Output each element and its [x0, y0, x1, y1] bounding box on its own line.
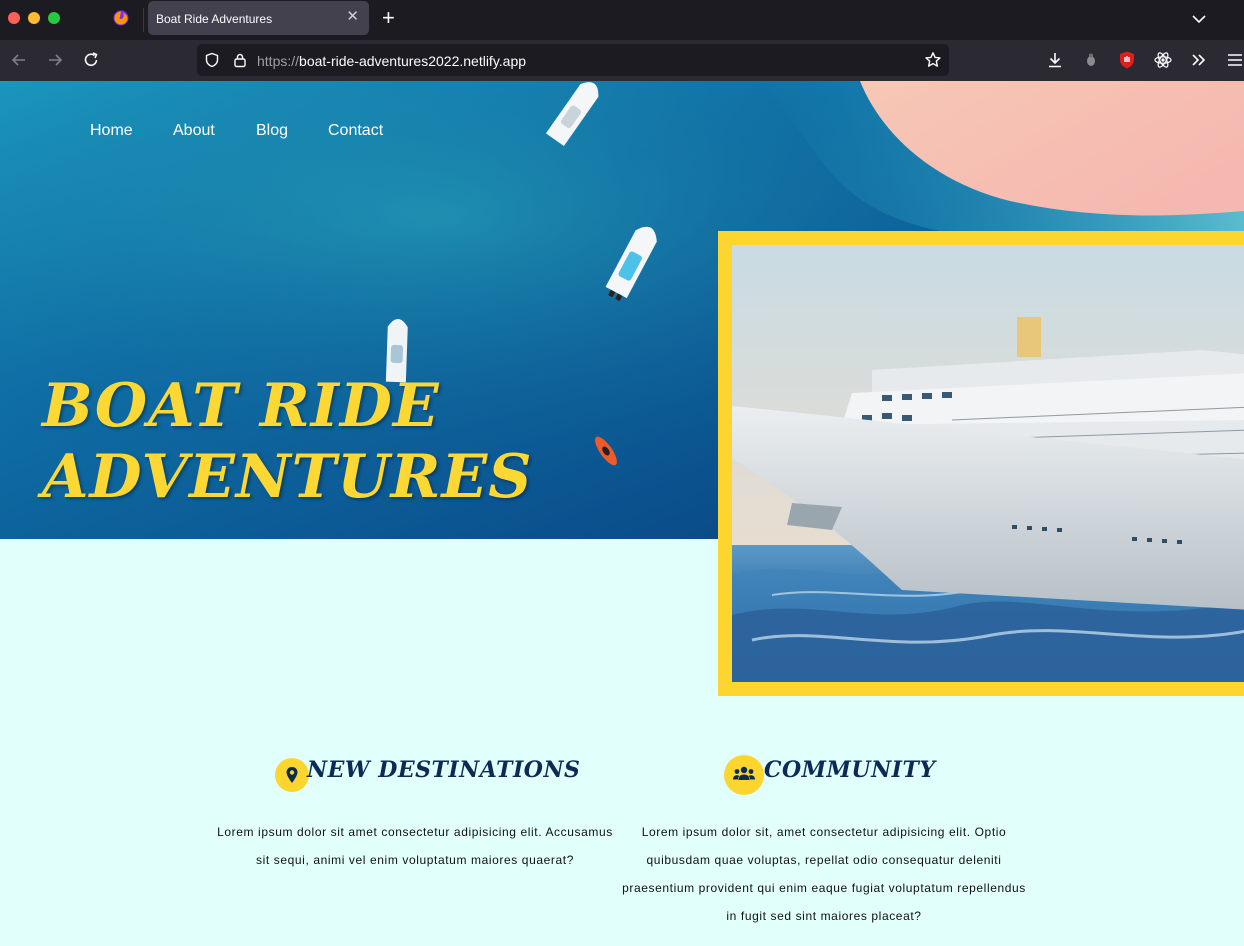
nav-link-home[interactable]: Home	[90, 122, 133, 140]
browser-toolbar: https://boat-ride-adventures2022.netlify…	[0, 40, 1244, 82]
tab-separator	[143, 8, 144, 32]
webpage: Home About Blog Contact BOAT RIDE ADVENT…	[0, 81, 1244, 946]
url-text: https://boat-ride-adventures2022.netlify…	[257, 53, 526, 69]
feature-title-community: COMMUNITY	[764, 757, 936, 783]
hero-title: BOAT RIDE ADVENTURES	[42, 371, 533, 513]
ublock-icon[interactable]	[1117, 50, 1137, 70]
hero-title-line1: BOAT RIDE	[42, 371, 440, 441]
hero-title-line2: ADVENTURES	[42, 442, 533, 512]
shield-icon[interactable]	[204, 52, 220, 68]
tab-close-icon[interactable]: ✕	[346, 9, 359, 25]
chevron-down-icon[interactable]	[1190, 10, 1208, 28]
map-marker-icon	[286, 767, 298, 783]
lock-icon[interactable]	[232, 52, 248, 68]
back-arrow-icon[interactable]	[9, 50, 29, 70]
overflow-chevrons-icon[interactable]	[1189, 50, 1209, 70]
nav-link-about[interactable]: About	[173, 122, 215, 140]
minimize-window-button[interactable]	[28, 12, 40, 24]
close-window-button[interactable]	[8, 12, 20, 24]
bookmark-star-icon[interactable]	[924, 51, 942, 69]
url-host: boat-ride-adventures2022.netlify.app	[299, 53, 527, 69]
forward-arrow-icon[interactable]	[45, 50, 65, 70]
extension-icon[interactable]	[1081, 50, 1101, 70]
cruise-ship-illustration	[732, 245, 1244, 682]
firefox-icon[interactable]	[113, 10, 129, 26]
react-devtools-icon[interactable]	[1153, 50, 1173, 70]
download-icon[interactable]	[1045, 50, 1065, 70]
users-icon-badge	[724, 755, 764, 795]
hamburger-menu-icon[interactable]	[1225, 50, 1244, 70]
maximize-window-button[interactable]	[48, 12, 60, 24]
nav-link-blog[interactable]: Blog	[256, 122, 288, 140]
nav-link-contact[interactable]: Contact	[328, 122, 383, 140]
feature-text-community: Lorem ipsum dolor sit, amet consectetur …	[622, 825, 1026, 923]
new-tab-icon[interactable]: +	[382, 7, 395, 29]
map-marker-icon-badge	[275, 758, 309, 792]
browser-tab-bar: Boat Ride Adventures ✕ +	[0, 0, 1244, 40]
cruise-ship-image	[732, 245, 1244, 682]
cruise-ship-frame	[718, 231, 1244, 696]
url-bar[interactable]: https://boat-ride-adventures2022.netlify…	[197, 44, 949, 76]
reload-icon[interactable]	[81, 50, 101, 70]
feature-title-new-destinations: NEW DESTINATIONS	[307, 757, 581, 783]
tab-active[interactable]: Boat Ride Adventures ✕	[148, 1, 369, 35]
url-protocol: https://	[257, 53, 300, 69]
users-icon	[733, 766, 755, 780]
feature-text-new-destinations: Lorem ipsum dolor sit amet consectetur a…	[217, 825, 613, 867]
tab-title: Boat Ride Adventures	[156, 12, 273, 26]
